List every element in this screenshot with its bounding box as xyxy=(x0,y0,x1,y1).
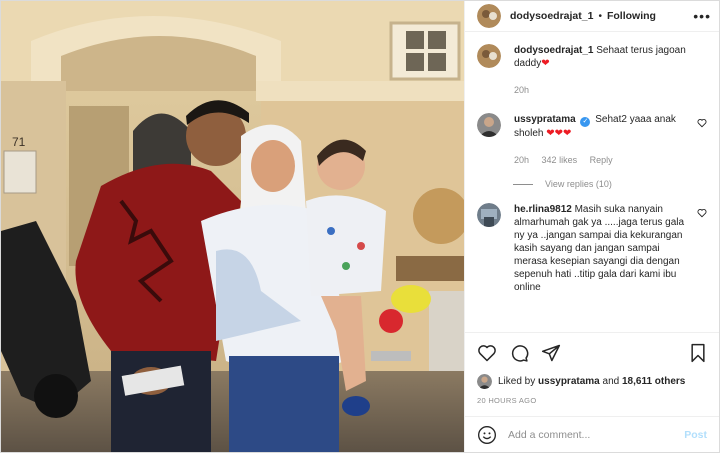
reply-button[interactable]: Reply xyxy=(590,155,613,165)
view-replies-line xyxy=(513,183,533,185)
caption-meta: 20h xyxy=(514,84,691,97)
instagram-post-window: 71 dodysoedrajat_1 • Following ••• dodys… xyxy=(0,0,720,453)
comment-text: Masih suka nanyain almarhumah gak ya ...… xyxy=(514,204,685,293)
share-paper-plane-icon[interactable] xyxy=(541,343,561,363)
comment-body: ussypratama ✓ Sehat2 yaaa anak sholeh ❤❤… xyxy=(514,113,707,167)
author-username[interactable]: dodysoedrajat_1 xyxy=(510,10,593,22)
author-avatar[interactable] xyxy=(477,4,501,28)
caption-avatar[interactable] xyxy=(477,44,501,68)
add-comment-bar: Post xyxy=(465,416,719,452)
caption-body: dodysoedrajat_1 Sehaat terus jagoan dadd… xyxy=(514,44,707,97)
family-photo-illustration: 71 xyxy=(1,1,464,452)
save-bookmark-icon[interactable] xyxy=(689,343,707,363)
post-header: dodysoedrajat_1 • Following ••• xyxy=(465,1,719,32)
view-replies-button[interactable]: View replies (10) xyxy=(513,179,707,189)
comment-time[interactable]: 20h xyxy=(514,155,529,165)
comments-list[interactable]: dodysoedrajat_1 Sehaat terus jagoan dadd… xyxy=(465,32,719,332)
commenter-avatar[interactable] xyxy=(477,113,501,137)
emoji-smiley-icon[interactable] xyxy=(477,425,497,445)
comment-body: he.rlina9812 Masih suka nanyain almarhum… xyxy=(514,203,707,294)
liker-avatar[interactable] xyxy=(477,373,492,389)
view-replies-label: View replies (10) xyxy=(545,179,612,189)
following-button[interactable]: Following xyxy=(607,10,656,22)
like-comment-heart-icon[interactable] xyxy=(697,118,707,131)
caption-time[interactable]: 20h xyxy=(514,85,529,95)
comment-bubble-icon[interactable] xyxy=(509,343,529,363)
post-side-panel: dodysoedrajat_1 • Following ••• dodysoed… xyxy=(464,1,719,452)
comment-item: ussypratama ✓ Sehat2 yaaa anak sholeh ❤❤… xyxy=(477,113,707,167)
post-photo[interactable]: 71 xyxy=(1,1,464,452)
comment-meta: 20h 342 likes Reply xyxy=(514,154,691,167)
commenter-username[interactable]: he.rlina9812 xyxy=(514,204,572,215)
like-heart-icon[interactable] xyxy=(477,343,497,363)
caption-username[interactable]: dodysoedrajat_1 xyxy=(514,45,593,56)
post-timestamp[interactable]: 20 HOURS AGO xyxy=(465,390,719,410)
post-actions-bar xyxy=(465,332,719,372)
others-likes-link[interactable]: 18,611 others xyxy=(622,376,685,387)
comment-input[interactable] xyxy=(508,428,685,441)
header-separator: • xyxy=(598,10,602,22)
more-options-icon[interactable]: ••• xyxy=(693,8,711,24)
heart-emojis: ❤❤❤ xyxy=(546,128,572,139)
verified-badge-icon: ✓ xyxy=(580,117,591,127)
likes-connector: and xyxy=(602,375,620,387)
liker-username[interactable]: ussypratama xyxy=(538,376,600,387)
likes-prefix: Liked by xyxy=(498,375,536,387)
caption-comment: dodysoedrajat_1 Sehaat terus jagoan dadd… xyxy=(477,44,707,97)
comment-likes[interactable]: 342 likes xyxy=(542,155,578,165)
commenter-avatar[interactable] xyxy=(477,203,501,227)
house-number: 71 xyxy=(12,135,26,149)
comment-item: he.rlina9812 Masih suka nanyain almarhum… xyxy=(477,203,707,294)
likes-summary: Liked by ussypratama and 18,611 others xyxy=(465,372,719,390)
post-comment-button[interactable]: Post xyxy=(684,429,707,441)
heart-emoji: ❤ xyxy=(541,58,550,69)
like-comment-heart-icon[interactable] xyxy=(697,208,707,221)
commenter-username[interactable]: ussypratama xyxy=(514,114,576,125)
